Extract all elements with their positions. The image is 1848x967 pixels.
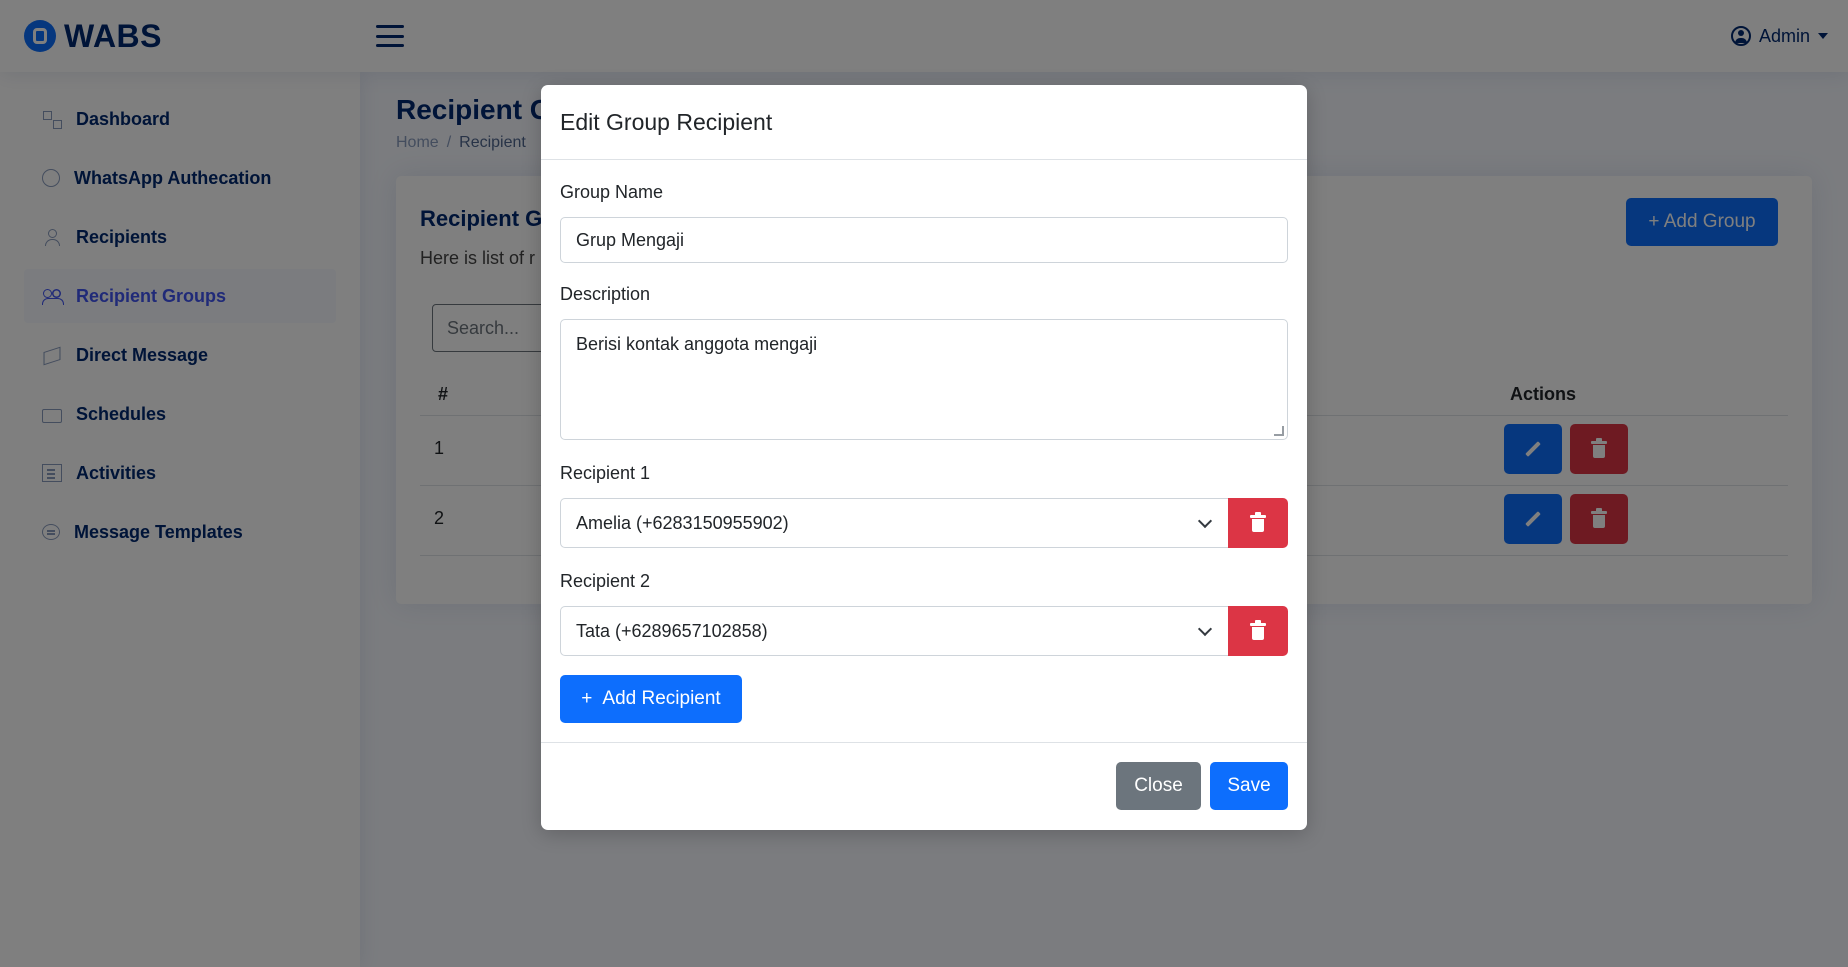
resize-handle-icon[interactable] [1274, 426, 1284, 436]
recipient1-label: Recipient 1 [560, 463, 651, 483]
recipient2-select[interactable]: Tata (+6289657102858) [560, 606, 1228, 656]
plus-icon: + [581, 688, 593, 709]
recipient1-group: Amelia (+6283150955902) [560, 498, 1288, 548]
trash-icon [1250, 619, 1266, 640]
add-recipient-button[interactable]: + Add Recipient [560, 675, 742, 723]
save-button[interactable]: Save [1210, 762, 1288, 810]
chevron-down-icon [1197, 513, 1213, 529]
group-name-label: Group Name [560, 182, 664, 202]
modal-footer: Close Save [541, 742, 1307, 830]
edit-group-modal: Edit Group Recipient Group Name Grup Men… [541, 85, 1307, 830]
recipient1-select[interactable]: Amelia (+6283150955902) [560, 498, 1228, 548]
description-text: Berisi kontak anggota mengaji [576, 334, 818, 354]
recipient2-group: Tata (+6289657102858) [560, 606, 1288, 656]
trash-icon [1250, 511, 1266, 532]
add-recipient-label: Add Recipient [602, 688, 721, 709]
close-button[interactable]: Close [1116, 762, 1201, 810]
recipient2-label: Recipient 2 [560, 571, 651, 591]
remove-recipient2-button[interactable] [1228, 606, 1288, 656]
remove-recipient1-button[interactable] [1228, 498, 1288, 548]
description-label: Description [560, 284, 651, 304]
recipient1-value: Amelia (+6283150955902) [576, 512, 789, 533]
chevron-down-icon [1197, 621, 1213, 637]
recipient2-value: Tata (+6289657102858) [576, 620, 768, 641]
group-name-field[interactable]: Grup Mengaji [560, 217, 1288, 263]
modal-header: Edit Group Recipient [541, 85, 1307, 160]
description-field[interactable]: Berisi kontak anggota mengaji [560, 319, 1288, 440]
modal-title: Edit Group Recipient [560, 108, 773, 135]
